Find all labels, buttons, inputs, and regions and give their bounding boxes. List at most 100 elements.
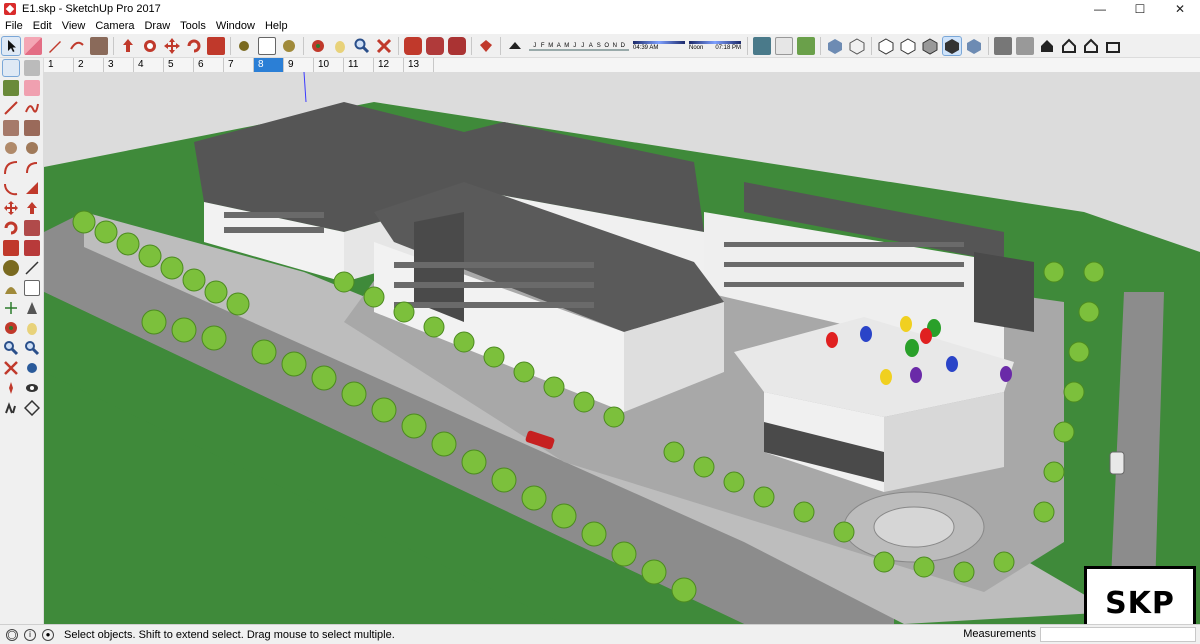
orbit-icon[interactable]: [3, 320, 19, 336]
pan-icon[interactable]: [24, 320, 40, 336]
protractor-icon[interactable]: [3, 280, 19, 296]
scene-tab-11[interactable]: 11: [344, 58, 374, 72]
fog-icon[interactable]: [753, 36, 771, 55]
user-icon[interactable]: ●: [42, 628, 54, 641]
rotated-rect-icon[interactable]: [24, 120, 41, 136]
ruby-icon[interactable]: [477, 37, 495, 55]
scene-tab-4[interactable]: 4: [134, 58, 164, 72]
paint-bucket-icon[interactable]: [2, 80, 19, 96]
section-plane-icon[interactable]: [24, 399, 41, 417]
scene-tab-7[interactable]: 7: [224, 58, 254, 72]
monochrome-icon[interactable]: [942, 35, 962, 56]
maximize-button[interactable]: ☐: [1120, 0, 1160, 18]
scale-icon[interactable]: [2, 240, 19, 256]
menu-camera[interactable]: Camera: [90, 18, 139, 34]
shadows-icon[interactable]: [506, 37, 524, 55]
eraser-icon[interactable]: [24, 36, 42, 55]
top-view-icon[interactable]: [994, 36, 1012, 55]
wireframe-icon[interactable]: [848, 37, 866, 55]
position-camera-icon[interactable]: [3, 380, 19, 396]
3d-text-icon[interactable]: [24, 300, 40, 316]
push-pull-icon[interactable]: [119, 37, 137, 55]
rotate-icon[interactable]: [3, 220, 19, 236]
scene-tab-10[interactable]: 10: [314, 58, 344, 72]
zoom-icon[interactable]: [3, 340, 19, 356]
zoom-icon[interactable]: [353, 37, 371, 55]
hidden-line-icon[interactable]: [877, 37, 895, 55]
extension-icon[interactable]: [448, 36, 466, 55]
walk-icon[interactable]: [3, 400, 19, 416]
section-icon[interactable]: [775, 36, 793, 55]
scale-icon[interactable]: [207, 36, 225, 55]
scene-tab-12[interactable]: 12: [374, 58, 404, 72]
scene-tab-8[interactable]: 8: [254, 58, 284, 72]
sketchup-app-icon[interactable]: [4, 3, 16, 15]
dimension-icon[interactable]: [24, 260, 40, 276]
eraser-icon[interactable]: [24, 80, 41, 96]
credits-icon[interactable]: i: [24, 628, 36, 641]
follow-me-icon[interactable]: [141, 37, 159, 55]
line-icon[interactable]: [3, 100, 19, 116]
zoom-window-icon[interactable]: [24, 340, 40, 356]
front-view-icon[interactable]: [1016, 36, 1034, 55]
select-icon[interactable]: [1, 59, 20, 77]
circle-icon[interactable]: [3, 140, 19, 156]
tape-icon[interactable]: [2, 260, 19, 276]
zoom-extents-icon[interactable]: [375, 37, 393, 55]
scene-tab-6[interactable]: 6: [194, 58, 224, 72]
pencil-icon[interactable]: [46, 37, 64, 55]
menu-draw[interactable]: Draw: [139, 18, 175, 34]
backedges-icon[interactable]: [826, 37, 844, 55]
text-icon[interactable]: [24, 280, 41, 296]
minimize-button[interactable]: —: [1080, 0, 1120, 18]
pan-icon[interactable]: [331, 37, 349, 55]
scene-tab-13[interactable]: 13: [404, 58, 434, 72]
measurements-input[interactable]: [1040, 627, 1196, 642]
follow-me-icon[interactable]: [24, 220, 41, 236]
shaded-icon[interactable]: [899, 37, 917, 55]
scene-tab-3[interactable]: 3: [104, 58, 134, 72]
iso-icon[interactable]: [965, 37, 983, 55]
paint-icon[interactable]: [280, 37, 298, 55]
look-around-icon[interactable]: [24, 380, 40, 396]
back-view-icon[interactable]: [1060, 37, 1078, 55]
scene-tab-5[interactable]: 5: [164, 58, 194, 72]
scene-tab-2[interactable]: 2: [74, 58, 104, 72]
left-view-icon[interactable]: [1082, 37, 1100, 55]
textured-icon[interactable]: [921, 37, 939, 55]
month-slider[interactable]: J F M A M J J A S O N D: [529, 41, 629, 51]
select-icon[interactable]: [1, 35, 21, 56]
component-icon[interactable]: [24, 60, 41, 76]
text-icon[interactable]: [258, 36, 276, 55]
tape-measure-icon[interactable]: [236, 37, 254, 55]
geo-location-icon[interactable]: ◯: [6, 628, 18, 641]
components-icon[interactable]: [426, 36, 444, 55]
xray-icon[interactable]: [797, 36, 815, 55]
scene-tab-1[interactable]: 1: [44, 58, 74, 72]
time-slider-mid[interactable]: Noon 07:18 PM: [689, 40, 741, 51]
pie-icon[interactable]: [24, 160, 40, 176]
shape-icon[interactable]: [68, 37, 86, 55]
freehand-icon[interactable]: [24, 100, 40, 116]
polygon-icon[interactable]: [24, 140, 40, 156]
close-button[interactable]: ✕: [1160, 0, 1200, 18]
offset-icon[interactable]: [24, 240, 41, 256]
menu-edit[interactable]: Edit: [28, 18, 57, 34]
model-viewport[interactable]: [44, 72, 1200, 624]
push-pull-icon[interactable]: [24, 200, 40, 216]
zoom-extents-icon[interactable]: [3, 360, 19, 376]
time-slider[interactable]: 04:39 AM: [633, 40, 685, 51]
right-view-icon[interactable]: [1038, 37, 1056, 55]
house-view-icon[interactable]: [1104, 37, 1122, 55]
axes-icon[interactable]: [3, 300, 19, 316]
menu-tools[interactable]: Tools: [175, 18, 211, 34]
menu-view[interactable]: View: [57, 18, 91, 34]
orbit-icon[interactable]: [309, 37, 327, 55]
menu-window[interactable]: Window: [211, 18, 260, 34]
rectangle-icon[interactable]: [2, 120, 19, 136]
arc-2-icon[interactable]: [3, 180, 19, 196]
arc-icon[interactable]: [3, 160, 19, 176]
menu-file[interactable]: File: [0, 18, 28, 34]
paint-bucket-icon[interactable]: [90, 36, 108, 55]
menu-help[interactable]: Help: [260, 18, 293, 34]
